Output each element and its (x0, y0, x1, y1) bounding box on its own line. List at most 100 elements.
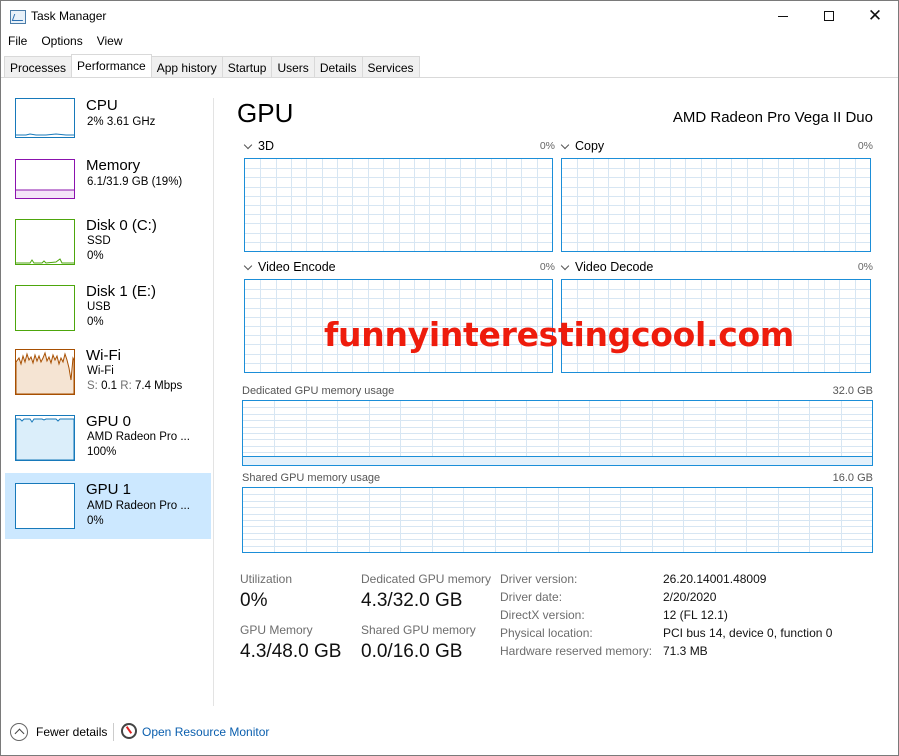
sidebar-item-detail: USB (87, 301, 111, 313)
gpu-0-mini-graph (15, 415, 75, 461)
engine-percent: 0% (539, 140, 555, 152)
gpu-memory-label: GPU Memory (240, 623, 313, 637)
close-icon: ✕ (867, 6, 883, 25)
task-manager-icon (10, 10, 26, 24)
reserved-memory-label: Hardware reserved memory: (500, 644, 653, 658)
watermark-text: funnyinterestingcool.com (324, 315, 794, 354)
resource-monitor-icon (121, 723, 137, 739)
sidebar-item-cpu[interactable]: CPU 2% 3.61 GHz (5, 93, 211, 159)
shared-memory-label: Shared GPU memory usage (242, 472, 381, 484)
tab-app-history[interactable]: App history (150, 56, 223, 77)
dedicated-memory-fill (243, 456, 872, 465)
sidebar-item-throughput: S: 0.1 R: 7.4 Mbps (87, 380, 182, 392)
chevron-down-icon (560, 261, 570, 271)
engine-selector-copy[interactable]: Copy (560, 139, 604, 153)
graph-dedicated-memory (242, 400, 873, 466)
sidebar-item-title: Disk 0 (C:) (86, 217, 157, 234)
disk-1-mini-graph (15, 285, 75, 331)
engine-selector-video-encode[interactable]: Video Encode (243, 260, 336, 274)
sidebar-item-title: GPU 1 (86, 481, 132, 498)
task-manager-window: Task Manager ✕ File Options View Process… (0, 0, 899, 756)
sidebar-item-detail: AMD Radeon Pro ... (87, 431, 190, 443)
utilization-label: Utilization (240, 572, 293, 586)
chevron-down-icon (560, 140, 570, 150)
directx-version-label: DirectX version: (500, 608, 585, 622)
send-value: 0.1 (101, 380, 118, 392)
engine-percent: 0% (857, 261, 873, 273)
sidebar-item-gpu-1[interactable]: GPU 1 AMD Radeon Pro ... 0% (5, 473, 211, 539)
sidebar-item-usage: 0% (87, 515, 104, 527)
sidebar-item-detail: 2% 3.61 GHz (87, 116, 156, 128)
dedicated-memory-max: 32.0 GB (832, 385, 873, 397)
close-button[interactable]: ✕ (852, 1, 898, 31)
engine-label: Video Encode (258, 260, 336, 274)
window-title: Task Manager (31, 9, 107, 23)
tab-performance[interactable]: Performance (71, 54, 152, 77)
menu-bar: File Options View (1, 32, 130, 52)
physical-location-value: PCI bus 14, device 0, function 0 (663, 626, 833, 640)
chevron-down-icon (243, 140, 253, 150)
chevron-up-circle-icon[interactable] (10, 723, 28, 741)
maximize-button[interactable] (806, 1, 852, 31)
engine-label: 3D (258, 139, 274, 153)
sidebar-item-usage: 0% (87, 250, 104, 262)
sidebar-item-detail: 6.1/31.9 GB (19%) (87, 176, 183, 188)
maximize-icon (824, 11, 834, 21)
chevron-down-icon (243, 261, 253, 271)
dedicated-stat-label: Dedicated GPU memory (361, 572, 492, 586)
minimize-button[interactable] (760, 1, 806, 31)
minimize-icon (778, 15, 788, 17)
engine-selector-video-decode[interactable]: Video Decode (560, 260, 653, 274)
driver-date-value: 2/20/2020 (663, 590, 717, 604)
sidebar-item-detail: SSD (87, 235, 111, 247)
title-bar: Task Manager ✕ (1, 1, 898, 31)
open-resource-monitor-link[interactable]: Open Resource Monitor (142, 725, 269, 739)
dedicated-stat-value: 4.3/32.0 GB (361, 590, 463, 611)
receive-value: 7.4 Mbps (134, 380, 183, 392)
memory-mini-graph (15, 159, 75, 199)
footer-divider (113, 723, 114, 741)
menu-file[interactable]: File (1, 32, 34, 52)
sidebar-divider (213, 98, 214, 706)
fewer-details-link[interactable]: Fewer details (36, 725, 107, 739)
tab-startup[interactable]: Startup (221, 56, 273, 77)
driver-date-label: Driver date: (500, 590, 563, 604)
sidebar-item-title: Wi-Fi (86, 347, 121, 364)
dedicated-memory-label: Dedicated GPU memory usage (242, 385, 395, 397)
gpu-model-name: AMD Radeon Pro Vega II Duo (672, 109, 873, 126)
graph-3d (244, 158, 553, 252)
sidebar-item-title: Disk 1 (E:) (86, 283, 157, 300)
driver-version-value: 26.20.14001.48009 (663, 572, 767, 586)
engine-percent: 0% (857, 140, 873, 152)
tab-services[interactable]: Services (361, 56, 420, 77)
wifi-mini-graph (15, 349, 75, 395)
shared-stat-label: Shared GPU memory (361, 623, 476, 637)
sidebar-item-detail: Wi-Fi (87, 365, 114, 377)
sidebar-item-memory[interactable]: Memory 6.1/31.9 GB (19%) (5, 157, 211, 225)
sidebar-item-title: GPU 0 (86, 413, 132, 430)
sidebar-item-disk-0[interactable]: Disk 0 (C:) SSD 0% (5, 217, 211, 291)
tab-details[interactable]: Details (313, 56, 363, 77)
driver-version-label: Driver version: (500, 572, 578, 586)
send-label: S: (87, 380, 98, 392)
engine-label: Copy (575, 139, 605, 153)
reserved-memory-value: 71.3 MB (663, 644, 708, 658)
menu-options[interactable]: Options (34, 32, 89, 52)
performance-sidebar: CPU 2% 3.61 GHz Memory 6.1/31.9 GB (19%)… (5, 93, 211, 555)
menu-view[interactable]: View (90, 32, 130, 52)
tab-divider (1, 77, 898, 78)
cpu-mini-graph (15, 98, 75, 138)
engine-selector-3d[interactable]: 3D (243, 139, 274, 153)
sidebar-item-title: Memory (86, 157, 141, 174)
engine-percent: 0% (539, 261, 555, 273)
tab-users[interactable]: Users (271, 56, 315, 77)
footer-bar: Fewer details Open Resource Monitor (1, 713, 898, 753)
sidebar-item-title: CPU (86, 97, 118, 114)
shared-memory-max: 16.0 GB (832, 472, 873, 484)
graph-copy (561, 158, 871, 252)
tab-processes[interactable]: Processes (4, 56, 73, 77)
sidebar-item-usage: 0% (87, 316, 104, 328)
physical-location-label: Physical location: (500, 626, 593, 640)
utilization-value: 0% (240, 590, 268, 611)
engine-label: Video Decode (575, 260, 654, 274)
